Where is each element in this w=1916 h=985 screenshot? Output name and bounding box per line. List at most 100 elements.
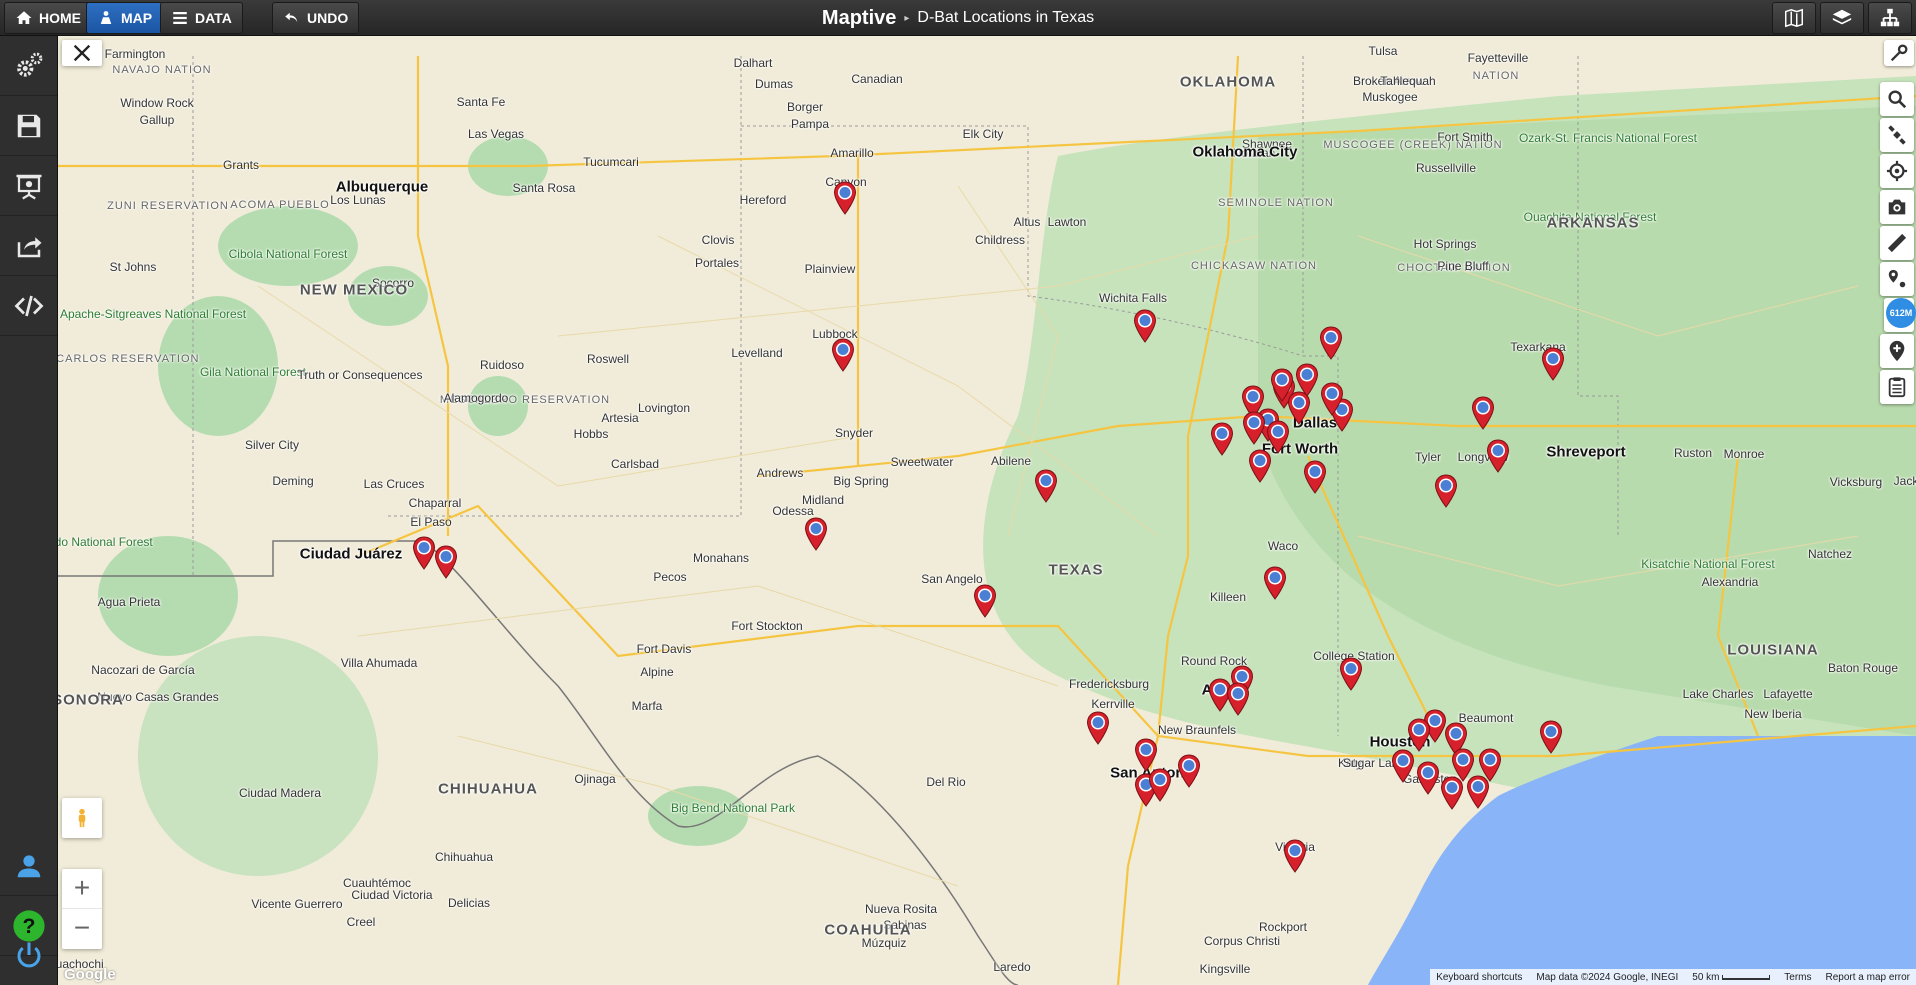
location-pin[interactable]	[1486, 439, 1510, 473]
map-marker-icon	[1034, 469, 1058, 503]
location-pin[interactable]	[1451, 748, 1475, 782]
city-label: Artesia	[601, 411, 639, 425]
location-pin[interactable]	[1407, 718, 1431, 752]
map-marker-icon	[1339, 657, 1363, 691]
terms-link[interactable]: Terms	[1784, 972, 1811, 983]
location-pin[interactable]	[1471, 396, 1495, 430]
location-pin[interactable]	[1339, 657, 1363, 691]
location-pin[interactable]	[1248, 449, 1272, 483]
location-pin[interactable]	[1287, 391, 1311, 425]
location-pin[interactable]	[1478, 748, 1502, 782]
city-label: Borger	[786, 100, 824, 114]
presentation-button[interactable]	[0, 156, 57, 216]
location-pin[interactable]	[1133, 309, 1157, 343]
city-label: Tucumcari	[583, 155, 639, 169]
embed-code-icon	[14, 295, 43, 316]
brand-name: Maptive	[821, 6, 897, 29]
account-button[interactable]	[0, 836, 57, 896]
save-button[interactable]	[0, 96, 57, 156]
location-pin[interactable]	[1134, 738, 1158, 772]
location-pin[interactable]	[1263, 566, 1287, 600]
city-label: Vicksburg	[1829, 475, 1883, 489]
city-label: Odessa	[772, 504, 814, 518]
location-pin[interactable]	[833, 181, 857, 215]
city-label: Laredo	[993, 960, 1031, 974]
settings-button[interactable]	[0, 36, 57, 96]
location-pin[interactable]	[1086, 711, 1110, 745]
location-pin[interactable]	[1148, 768, 1172, 802]
satellite-tool-button[interactable]	[1880, 118, 1914, 152]
clipboard-icon	[1888, 377, 1906, 398]
report-error-link[interactable]: Report a map error	[1826, 972, 1910, 983]
map-marker-icon	[1226, 682, 1250, 716]
major-city-label: Albuquerque	[335, 178, 429, 196]
location-pin[interactable]	[1391, 749, 1415, 783]
map-style-button[interactable]	[1772, 2, 1816, 34]
hierarchy-button[interactable]	[1868, 2, 1912, 34]
state-label: CHIHUAHUA	[438, 780, 538, 798]
location-pin[interactable]	[1319, 326, 1343, 360]
keyboard-shortcuts-link[interactable]: Keyboard shortcuts	[1436, 972, 1522, 983]
data-table-tool-button[interactable]	[1880, 370, 1914, 404]
location-pin[interactable]	[412, 536, 436, 570]
home-button[interactable]: HOME	[4, 2, 92, 34]
location-pin[interactable]	[434, 545, 458, 579]
location-pin[interactable]	[1541, 347, 1565, 381]
city-label: Roswell	[586, 352, 630, 366]
undo-button[interactable]: UNDO	[272, 2, 360, 34]
map-marker-icon	[1451, 748, 1475, 782]
location-pin[interactable]	[1320, 382, 1344, 416]
location-pin[interactable]	[831, 338, 855, 372]
layers-button[interactable]	[1820, 2, 1864, 34]
park-label: Gila National Forest	[199, 365, 307, 379]
measure-tool-button[interactable]	[1880, 226, 1914, 260]
locate-tool-button[interactable]	[1880, 154, 1914, 188]
location-pin[interactable]	[1283, 839, 1307, 873]
route-tool-button[interactable]	[1880, 262, 1914, 296]
location-pin[interactable]	[1226, 682, 1250, 716]
location-pin[interactable]	[1434, 474, 1458, 508]
location-pin[interactable]	[1539, 720, 1563, 754]
location-pin[interactable]	[1210, 422, 1234, 456]
map-marker-icon	[1541, 347, 1565, 381]
city-label: Monroe	[1723, 447, 1765, 461]
map-canvas[interactable]: NAVAJO NATION ZUNI RESERVATION ACOMA PUEBL…	[58, 36, 1916, 985]
zoom-in-button[interactable]: +	[62, 869, 102, 909]
location-pin[interactable]	[1416, 761, 1440, 795]
logout-button[interactable]	[0, 925, 57, 985]
city-label: Truth or Consequences	[297, 368, 423, 382]
camera-icon	[1888, 199, 1906, 215]
title-separator: ▸	[904, 12, 910, 24]
city-label: Fort Smith	[1437, 130, 1493, 144]
park-label: Coronado National Forest	[58, 535, 153, 549]
city-label: Clovis	[701, 233, 735, 247]
location-pin[interactable]	[973, 584, 997, 618]
add-marker-tool-button[interactable]	[1880, 334, 1914, 368]
share-button[interactable]	[0, 216, 57, 276]
map-marker-icon	[1486, 439, 1510, 473]
map-tab-button[interactable]: MAP	[86, 2, 164, 34]
embed-button[interactable]	[0, 276, 57, 336]
map-scale: 50 km	[1692, 972, 1771, 983]
map-marker-icon	[1391, 749, 1415, 783]
location-pin[interactable]	[1177, 754, 1201, 788]
location-pin[interactable]	[804, 517, 828, 551]
map-tools-button[interactable]	[62, 40, 102, 66]
street-view-pegman[interactable]	[62, 798, 102, 838]
city-label: Del Rio	[926, 775, 966, 789]
location-pin[interactable]	[1242, 411, 1266, 445]
search-tool-button[interactable]	[1880, 82, 1914, 116]
location-pin[interactable]	[1303, 460, 1327, 494]
location-pin[interactable]	[1034, 469, 1058, 503]
screenshot-tool-button[interactable]	[1880, 190, 1914, 224]
key-tool-button[interactable]	[1884, 40, 1914, 66]
region-label: SAN CARLOS RESERVATION	[58, 353, 200, 365]
zoom-out-button[interactable]: −	[62, 909, 102, 949]
city-label: Levelland	[731, 346, 783, 360]
major-city-label: Ciudad Juárez	[299, 545, 403, 563]
city-label: Grants	[222, 158, 260, 172]
map-marker-icon	[1263, 566, 1287, 600]
radius-badge[interactable]: 612M	[1886, 298, 1916, 328]
list-icon	[173, 12, 187, 24]
data-tab-button[interactable]: DATA	[160, 2, 243, 34]
